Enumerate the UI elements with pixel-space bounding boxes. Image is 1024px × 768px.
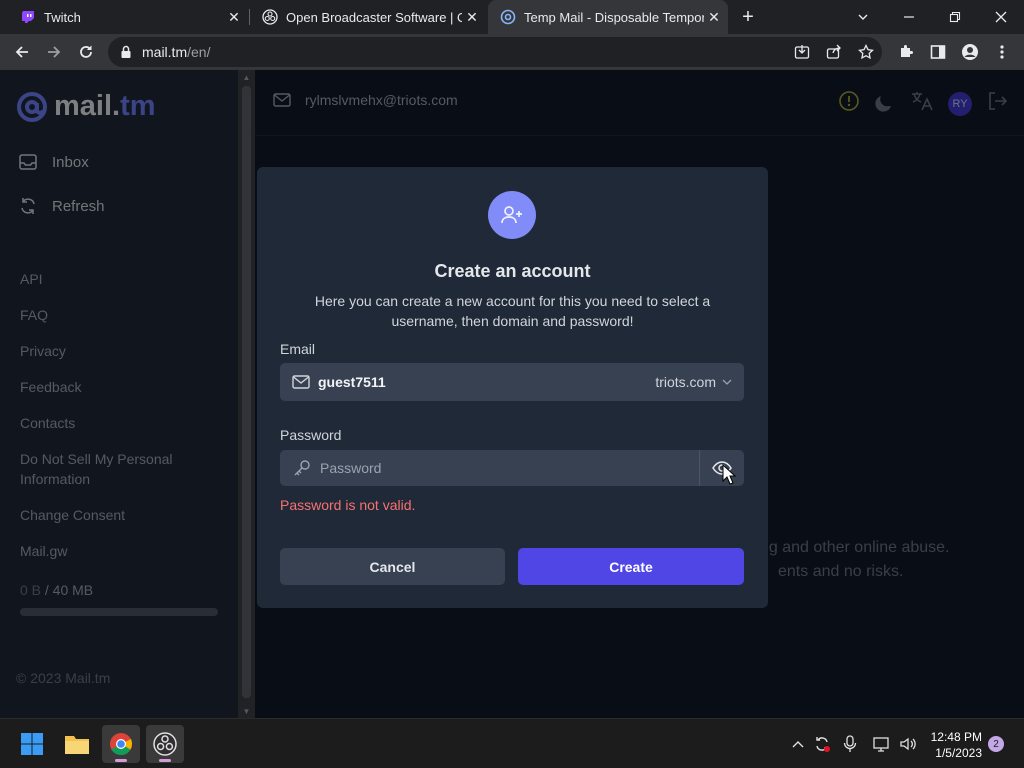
- domain-select[interactable]: triots.com: [655, 374, 716, 390]
- tab-title: Open Broadcaster Software | OBS: [286, 9, 462, 25]
- close-tab-icon[interactable]: ✕: [462, 7, 482, 27]
- password-label: Password: [280, 427, 342, 443]
- share-icon[interactable]: [824, 42, 844, 62]
- new-tab-button[interactable]: +: [736, 5, 760, 29]
- password-error-message: Password is not valid.: [280, 497, 416, 513]
- notification-badge[interactable]: 2: [988, 736, 1004, 752]
- network-icon[interactable]: [872, 734, 892, 754]
- active-app-indicator: [115, 759, 127, 762]
- mail-icon: [292, 374, 310, 390]
- email-label: Email: [280, 341, 316, 357]
- obs-icon: [262, 9, 278, 25]
- close-window-button[interactable]: [978, 0, 1024, 34]
- url-text: mail.tm/en/: [142, 44, 211, 60]
- browser-tab-strip: Twitch ✕ Open Broadcaster Software | OBS…: [0, 0, 1024, 34]
- tab-twitch[interactable]: Twitch ✕: [8, 0, 248, 34]
- extensions-icon[interactable]: [896, 42, 916, 62]
- password-input[interactable]: [320, 460, 699, 476]
- tab-title: Twitch: [44, 9, 81, 25]
- email-field[interactable]: guest7511 triots.com: [280, 363, 744, 401]
- tab-search-button[interactable]: [840, 0, 886, 34]
- restore-button[interactable]: [932, 0, 978, 34]
- obs-taskbar-icon[interactable]: [146, 725, 184, 763]
- cancel-button[interactable]: Cancel: [280, 548, 505, 585]
- address-bar[interactable]: mail.tm/en/: [108, 37, 882, 67]
- back-button[interactable]: [8, 38, 36, 66]
- modal-title: Create an account: [434, 261, 591, 281]
- create-account-modal: Create an account Here you can create a …: [257, 167, 768, 608]
- volume-icon[interactable]: [898, 734, 918, 754]
- windows-taskbar: 12:48 PM 1/5/2023 2: [0, 718, 1024, 768]
- file-explorer-icon[interactable]: [58, 725, 96, 763]
- mailtm-at-icon: [500, 9, 516, 25]
- close-tab-icon[interactable]: ✕: [704, 7, 724, 27]
- create-button[interactable]: Create: [518, 548, 744, 585]
- key-icon: [292, 458, 312, 478]
- twitch-icon: [20, 9, 36, 25]
- reload-button[interactable]: [72, 38, 100, 66]
- browser-toolbar: mail.tm/en/: [0, 34, 1024, 70]
- install-app-icon[interactable]: [792, 42, 812, 62]
- clock-time: 12:48 PM: [930, 730, 982, 744]
- microphone-icon[interactable]: [840, 734, 860, 754]
- windows-start-icon[interactable]: [13, 725, 51, 763]
- side-panel-icon[interactable]: [928, 42, 948, 62]
- active-app-indicator: [159, 759, 171, 762]
- minimize-button[interactable]: [886, 0, 932, 34]
- email-username-input[interactable]: guest7511: [318, 374, 655, 390]
- modal-description: Here you can create a new account for th…: [314, 293, 711, 329]
- web-page: mail.tm Inbox Refresh API FAQ Privacy Fe…: [0, 70, 1024, 718]
- chrome-menu-icon[interactable]: [992, 42, 1012, 62]
- clock-date: 1/5/2023: [935, 746, 982, 760]
- close-tab-icon[interactable]: ✕: [224, 7, 244, 27]
- profile-icon[interactable]: [960, 42, 980, 62]
- lock-icon[interactable]: [120, 45, 132, 59]
- system-clock[interactable]: 12:48 PM 1/5/2023: [926, 729, 982, 761]
- bookmark-star-icon[interactable]: [856, 42, 876, 62]
- add-user-icon: [488, 191, 536, 239]
- forward-button[interactable]: [40, 38, 68, 66]
- password-field-group: [280, 450, 744, 486]
- mouse-cursor-icon: [722, 464, 736, 485]
- show-hidden-icons-chevron-icon[interactable]: [788, 734, 808, 754]
- chevron-down-icon[interactable]: [722, 377, 732, 387]
- tab-obs[interactable]: Open Broadcaster Software | OBS ✕: [250, 0, 486, 34]
- chrome-taskbar-icon[interactable]: [102, 725, 140, 763]
- sync-icon[interactable]: [812, 734, 832, 754]
- tab-temp-mail[interactable]: Temp Mail - Disposable Tempora ✕: [488, 0, 728, 34]
- tab-title: Temp Mail - Disposable Tempora: [524, 9, 704, 25]
